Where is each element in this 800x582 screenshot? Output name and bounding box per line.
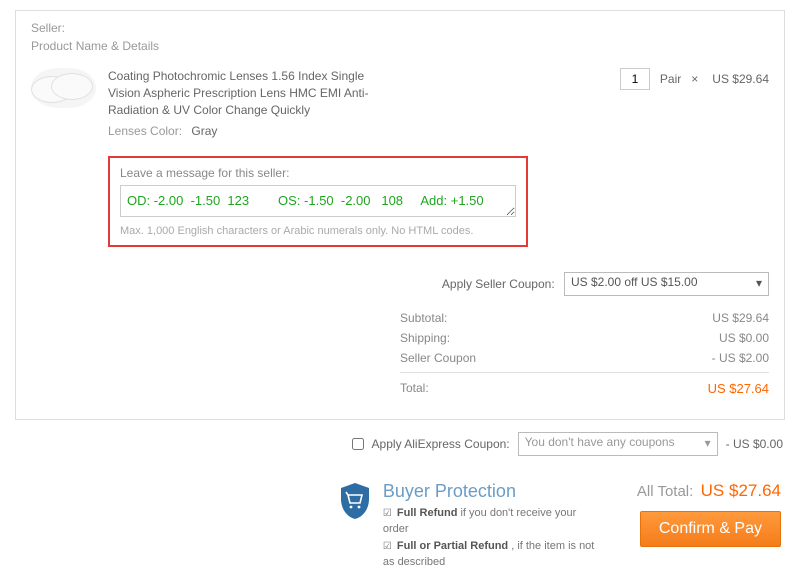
seller-message-block: Leave a message for this seller: Max. 1,…	[108, 156, 528, 247]
product-row: Coating Photochromic Lenses 1.56 Index S…	[31, 68, 769, 138]
shield-cart-icon	[337, 481, 373, 521]
coupon-value: - US $2.00	[712, 351, 769, 365]
seller-message-input[interactable]	[120, 185, 516, 217]
message-label: Leave a message for this seller:	[120, 166, 516, 180]
message-hint: Max. 1,000 English characters or Arabic …	[120, 225, 516, 237]
pay-column: All Total: US $27.64 Confirm & Pay	[637, 481, 781, 547]
coupon-label: Seller Coupon	[400, 351, 476, 365]
bp-item-2: ☑ Full or Partial Refund , if the item i…	[383, 539, 597, 570]
all-total-row: All Total: US $27.64	[637, 481, 781, 501]
product-image	[31, 68, 96, 108]
aliexpress-coupon-select[interactable]: You don't have any coupons	[518, 432, 718, 456]
subtotal-label: Subtotal:	[400, 311, 447, 325]
bottom-row: Buyer Protection ☑ Full Refund if you do…	[15, 481, 785, 572]
total-label: Total:	[400, 381, 429, 396]
shipping-line: Shipping: US $0.00	[400, 328, 769, 348]
product-name[interactable]: Coating Photochromic Lenses 1.56 Index S…	[108, 68, 388, 118]
total-value: US $27.64	[708, 381, 769, 396]
subtotal-line: Subtotal: US $29.64	[400, 308, 769, 328]
product-details: Coating Photochromic Lenses 1.56 Index S…	[108, 68, 388, 138]
qty-price: Pair × US $29.64	[620, 68, 769, 90]
aliexpress-coupon-discount: - US $0.00	[726, 437, 783, 451]
shipping-label: Shipping:	[400, 331, 450, 345]
subtotal-value: US $29.64	[712, 311, 769, 325]
all-total-label: All Total:	[637, 483, 693, 500]
seller-coupon-select[interactable]: US $2.00 off US $15.00	[564, 272, 769, 296]
quantity-input[interactable]	[620, 68, 650, 90]
aliexpress-coupon-label: Apply AliExpress Coupon:	[372, 437, 510, 451]
buyer-protection-title: Buyer Protection	[383, 481, 597, 502]
totals-block: Subtotal: US $29.64 Shipping: US $0.00 S…	[31, 308, 769, 399]
unit-price: US $29.64	[712, 72, 769, 86]
confirm-pay-button[interactable]: Confirm & Pay	[640, 511, 781, 547]
shipping-value: US $0.00	[719, 331, 769, 345]
order-panel: Seller: Product Name & Details Coating P…	[15, 10, 785, 420]
seller-coupon-row: Apply Seller Coupon: US $2.00 off US $15…	[31, 272, 769, 296]
seller-label: Seller:	[31, 21, 769, 35]
unit-label: Pair	[660, 72, 681, 86]
aliexpress-coupon-row: Apply AliExpress Coupon: You don't have …	[15, 432, 785, 456]
variant-label: Lenses Color:	[108, 124, 182, 138]
variant-value: Gray	[191, 124, 217, 138]
aliexpress-coupon-checkbox[interactable]	[352, 438, 364, 450]
total-line: Total: US $27.64	[400, 372, 769, 399]
bp-item-1: ☑ Full Refund if you don't receive your …	[383, 506, 597, 537]
seller-coupon-label: Apply Seller Coupon:	[442, 277, 555, 291]
variant-row: Lenses Color: Gray	[108, 124, 388, 138]
coupon-line: Seller Coupon - US $2.00	[400, 348, 769, 368]
times-symbol: ×	[691, 72, 698, 86]
buyer-protection-text: Buyer Protection ☑ Full Refund if you do…	[383, 481, 597, 572]
buyer-protection: Buyer Protection ☑ Full Refund if you do…	[337, 481, 597, 572]
all-total-value: US $27.64	[701, 481, 781, 500]
product-details-label: Product Name & Details	[31, 39, 769, 53]
